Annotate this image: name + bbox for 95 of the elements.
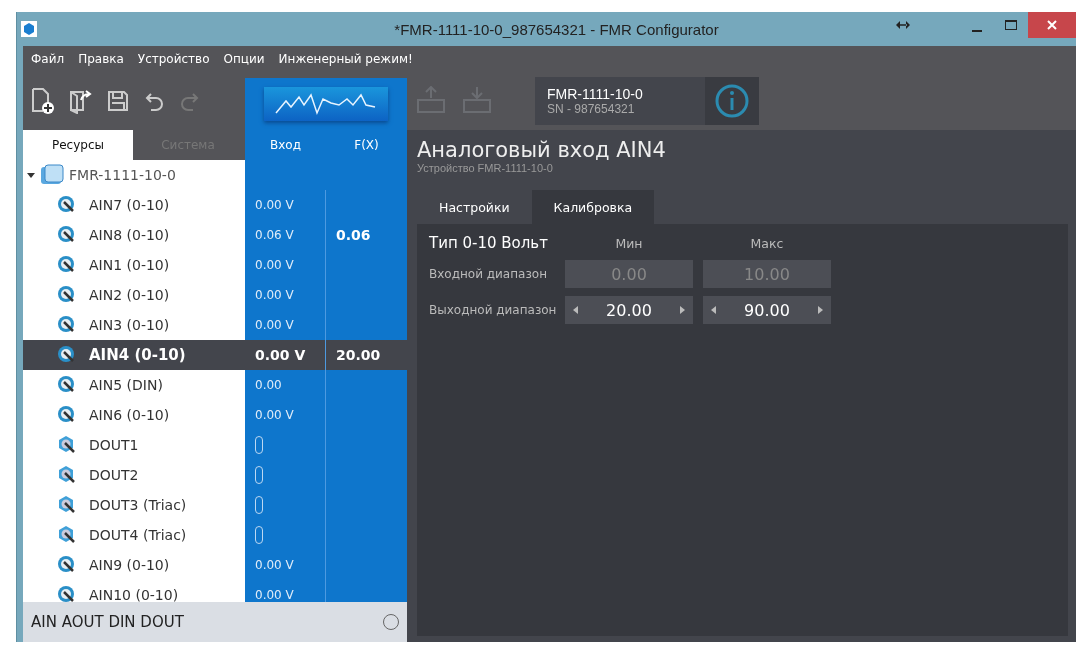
minimize-icon	[972, 30, 982, 32]
column-header: F(X)	[326, 130, 407, 160]
readonly-field: 0.00	[565, 260, 693, 288]
analog-input-icon	[57, 585, 77, 602]
resource-row[interactable]: DOUT4 (Triac)	[23, 520, 407, 550]
panel-subtitle: Устройство FMR-1111-10-0	[417, 162, 554, 174]
analog-input-icon	[57, 315, 77, 335]
resource-name: DOUT4 (Triac)	[89, 527, 187, 543]
input-value: 0.00 V	[255, 258, 294, 272]
range-label: Входной диапазон	[429, 267, 548, 281]
column-header: Вход	[245, 130, 326, 160]
digital-output-icon	[57, 465, 77, 485]
close-button[interactable]	[1028, 12, 1076, 38]
increment-arrow-icon[interactable]	[680, 306, 685, 314]
resource-row[interactable]: DOUT2	[23, 460, 407, 490]
new-file-icon[interactable]	[31, 87, 55, 115]
function-value: 20.00	[336, 347, 381, 363]
function-value: 0.06	[336, 227, 371, 243]
min-header: Мин	[614, 235, 644, 251]
menu-item[interactable]: Правка	[78, 52, 124, 66]
window-title: *FMR-1111-10-0_987654321 - FMR Configurator	[393, 20, 720, 38]
type-label: Тип 0-10 Вольт	[429, 234, 549, 252]
analog-input-icon	[57, 285, 77, 305]
device-tree-item[interactable]: FMR-1111-10-0	[69, 167, 176, 183]
analog-input-icon	[57, 555, 77, 575]
input-value: 0.00 V	[255, 347, 306, 363]
undo-icon[interactable]	[143, 90, 165, 112]
menu-item[interactable]: Опции	[223, 52, 265, 66]
resource-name: AIN8 (0-10)	[89, 227, 170, 243]
resource-name: AIN10 (0-10)	[89, 587, 179, 602]
digital-output-icon	[57, 495, 77, 515]
number-spinner[interactable]: 90.00	[703, 296, 831, 324]
resource-row[interactable]: AIN2 (0-10) 0.00 V	[23, 280, 407, 310]
analog-input-icon	[57, 225, 77, 245]
input-value: 0.00 V	[255, 288, 294, 302]
readonly-field: 10.00	[703, 260, 831, 288]
analog-input-icon	[57, 345, 77, 365]
expand-caret-icon[interactable]	[27, 171, 35, 179]
settings-tab[interactable]: Калибровка	[531, 190, 655, 224]
input-value: 0.00 V	[255, 198, 294, 212]
menu-item[interactable]: Устройство	[137, 52, 210, 66]
input-value: 0.00 V	[255, 558, 294, 572]
resource-row[interactable]: DOUT1	[23, 430, 407, 460]
resource-row[interactable]: AIN6 (0-10) 0.00 V	[23, 400, 407, 430]
app-logo-icon	[21, 21, 37, 37]
menu-item[interactable]: Инженерный режим!	[278, 52, 413, 66]
save-icon[interactable]	[107, 90, 129, 112]
number-spinner[interactable]: 20.00	[565, 296, 693, 324]
analog-input-icon	[57, 375, 77, 395]
input-value: 0.06 V	[255, 228, 294, 242]
resource-row[interactable]: AIN4 (0-10) 0.00 V 20.00	[23, 340, 407, 370]
resource-row[interactable]: AIN8 (0-10) 0.06 V 0.06	[23, 220, 407, 250]
resource-name: DOUT1	[89, 437, 139, 453]
range-label: Выходной диапазон	[429, 303, 558, 317]
resource-name: AIN5 (DIN)	[89, 377, 163, 393]
analog-input-icon	[57, 255, 77, 275]
resource-row[interactable]: AIN9 (0-10) 0.00 V	[23, 550, 407, 580]
settings-tab[interactable]: Настройки	[417, 190, 532, 224]
digital-output-icon	[57, 435, 77, 455]
resource-row[interactable]: DOUT3 (Triac)	[23, 490, 407, 520]
close-icon	[1047, 20, 1057, 30]
input-value: 0.00 V	[255, 588, 294, 602]
decrement-arrow-icon[interactable]	[711, 306, 716, 314]
waveform-button[interactable]	[264, 87, 388, 121]
resource-name: AIN7 (0-10)	[89, 197, 170, 213]
analog-input-icon	[57, 195, 77, 215]
input-value: 0.00	[255, 378, 282, 392]
export-icon[interactable]	[69, 88, 93, 114]
resource-name: DOUT3 (Triac)	[89, 497, 187, 513]
resource-row[interactable]: AIN1 (0-10) 0.00 V	[23, 250, 407, 280]
resource-name: DOUT2	[89, 467, 139, 483]
resource-name: AIN1 (0-10)	[89, 257, 170, 273]
increment-arrow-icon[interactable]	[818, 306, 823, 314]
resource-row[interactable]: AIN5 (DIN) 0.00	[23, 370, 407, 400]
max-header: Макс	[749, 235, 785, 251]
resource-name: AIN4 (0-10)	[89, 346, 186, 364]
analog-input-icon	[57, 405, 77, 425]
resource-name: AIN6 (0-10)	[89, 407, 170, 423]
info-button[interactable]	[705, 77, 759, 125]
input-value: 0.00 V	[255, 318, 294, 332]
panel-title: Аналоговый вход AIN4	[417, 138, 667, 162]
device-icon	[39, 164, 65, 186]
resource-name: AIN9 (0-10)	[89, 557, 170, 573]
resource-name: AIN2 (0-10)	[89, 287, 170, 303]
maximize-icon	[1005, 20, 1017, 30]
menu-item[interactable]: Файл	[31, 52, 65, 66]
device-name: FMR-1111-10-0	[547, 86, 644, 102]
input-value: 0.00 V	[255, 408, 294, 422]
digital-output-icon	[57, 525, 77, 545]
resource-name: AIN3 (0-10)	[89, 317, 170, 333]
serial-number: SN - 987654321	[547, 102, 636, 116]
filter-label: AIN AOUT DIN DOUT	[31, 613, 184, 631]
resource-row[interactable]: AIN7 (0-10) 0.00 V	[23, 190, 407, 220]
decrement-arrow-icon[interactable]	[573, 306, 578, 314]
panel-tab[interactable]: Ресурсы	[23, 130, 133, 160]
